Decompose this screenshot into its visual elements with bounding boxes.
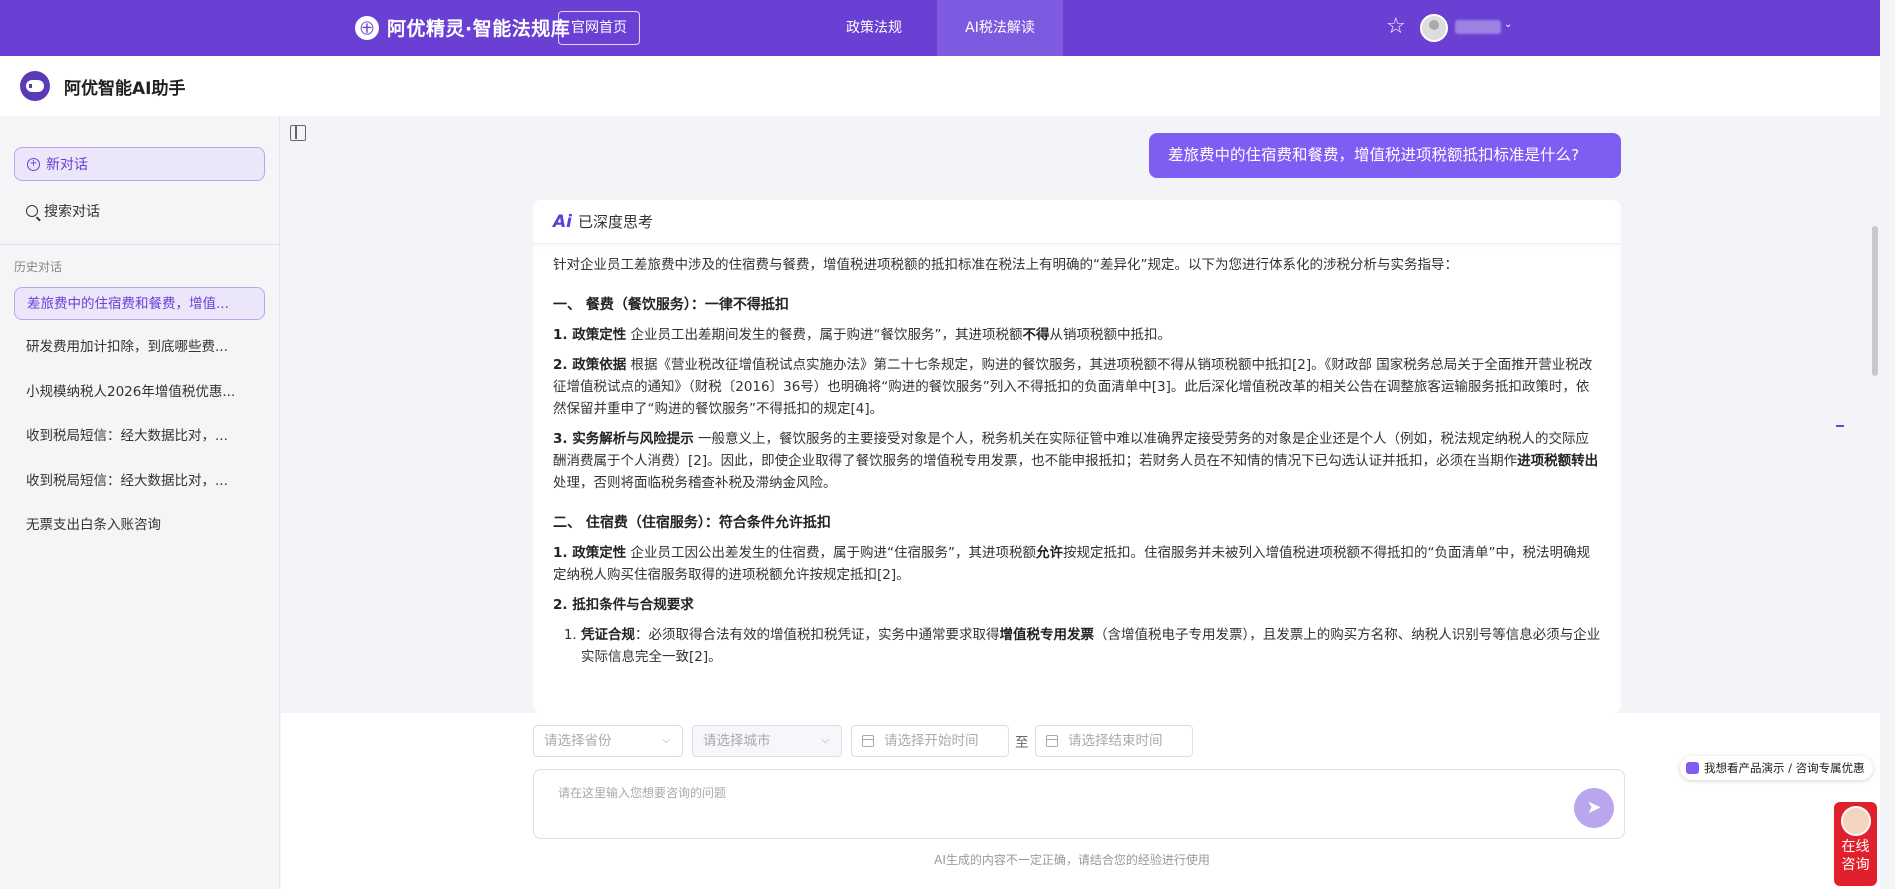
sidebar-divider [0,244,280,245]
history-item[interactable]: 收到税局短信：经大数据比对，... [14,465,265,498]
answer-intro: 针对企业员工差旅费中涉及的住宿费与餐费，增值税进项税额的抵扣标准在税法上有明确的… [553,257,1458,273]
brand-logo-icon: ㊉ [355,15,379,40]
assistant-title: 阿优智能AI助手 [64,78,186,99]
search-chat-button[interactable]: 搜索对话 [26,201,100,221]
bold-label: 1. 政策定性 [553,327,627,343]
date-range-separator: 至 [1015,735,1029,751]
text: 根据《营业税改征增值税试点实施办法》第二十七条规定，购进的餐饮服务，其进项税额不… [553,357,1593,417]
answer-content: 针对企业员工差旅费中涉及的住宿费与餐费，增值税进项税额的抵扣标准在税法上有明确的… [533,244,1621,668]
bold-text: 增值税专用发票 [999,627,1095,643]
new-chat-label: 新对话 [46,157,88,173]
text: 处理，否则将面临税务稽查补税及滞纳金风险。 [553,475,837,491]
official-home-button[interactable]: 官网首页 [558,11,640,45]
text: ：必须取得合法有效的增值税扣税凭证，实务中通常要求取得 [635,627,1000,643]
section-1-paragraph-1: 1. 政策定性 企业员工出差期间发生的餐费，属于购进“餐饮服务”，其进项税额不得… [553,324,1601,346]
bold-text: 允许 [1036,545,1064,561]
user-avatar[interactable] [1420,14,1448,42]
calendar-icon [1046,735,1058,747]
top-navbar: ㊉ 阿优精灵·智能法规库 官网首页 政策法规 AI税法解读 ☆ ⌄ [0,0,1880,56]
text: 企业员工出差期间发生的餐费，属于购进“餐饮服务”，其进项税额 [626,327,1023,343]
promo-label: 我想看产品演示 / 咨询专属优惠 [1704,761,1865,775]
section-1-paragraph-2: 2. 政策依据 根据《营业税改征增值税试点实施办法》第二十七条规定，购进的餐饮服… [553,354,1601,420]
sidebar-toggle-icon[interactable] [290,125,306,141]
brand-name: 阿优精灵·智能法规库 [387,18,571,40]
bold-text: 进项税额转出 [1517,453,1599,469]
section-1-title: 一、 餐费（餐饮服务）：一律不得抵扣 [553,297,789,313]
province-placeholder: 请选择省份 [544,733,612,749]
text: 一般意义上，餐饮服务的主要接受对象是个人，税务机关在实际征管中难以准确界定接受劳… [553,431,1590,469]
search-chat-label: 搜索对话 [44,204,100,220]
end-date-picker[interactable]: 请选择结束时间 [1035,725,1193,757]
online-consult-button[interactable]: 在线 咨询 [1834,802,1877,886]
section-2-title: 二、 住宿费（住宿服务）：符合条件允许抵扣 [553,515,831,531]
send-icon[interactable]: ➤ [1574,788,1614,828]
bold-text: 不得 [1022,327,1050,343]
history-section-label: 历史对话 [14,260,63,274]
consultant-avatar [1840,806,1871,836]
history-item[interactable]: 无票支出白条入账咨询 [14,509,265,542]
bold-label: 2. 抵扣条件与合规要求 [553,597,694,613]
city-select[interactable]: 请选择城市 ⌵ [692,725,842,757]
assistant-header: 阿优智能AI助手 [0,56,1880,116]
ai-disclaimer: AI生成的内容不一定正确，请结合您的经验进行使用 [934,853,1210,867]
chevron-down-icon[interactable]: ⌄ [1504,19,1512,30]
online-label-2: 咨询 [1841,857,1870,873]
chat-scrollbar[interactable] [1872,226,1878,376]
bold-label: 1. 政策定性 [553,545,627,561]
text: 企业员工因公出差发生的住宿费，属于购进“住宿服务”，其进项税额 [626,545,1037,561]
nav-ai-tax-interpretation[interactable]: AI税法解读 [937,0,1063,56]
condition-list: 凭证合规：必须取得合法有效的增值税扣税凭证，实务中通常要求取得增值税专用发票（含… [553,624,1601,668]
list-item: 凭证合规：必须取得合法有效的增值税扣税凭证，实务中通常要求取得增值税专用发票（含… [581,624,1601,668]
user-question-bubble: 差旅费中的住宿费和餐费，增值税进项税额抵扣标准是什么? [1149,133,1621,178]
city-placeholder: 请选择城市 [703,733,771,749]
section-2-subtitle: 2. 抵扣条件与合规要求 [553,594,1601,616]
product-demo-promo[interactable]: 我想看产品演示 / 咨询专属优惠 [1680,756,1873,780]
section-1-paragraph-3: 3. 实务解析与风险提示 一般意义上，餐饮服务的主要接受对象是个人，税务机关在实… [553,428,1601,494]
history-item-active[interactable]: 差旅费中的住宿费和餐费，增值... [14,287,265,320]
deep-thinking-header[interactable]: Ai 已深度思考 [533,200,1621,244]
input-area: 请选择省份 ⌵ 请选择城市 ⌵ 请选择开始时间 至 请选择结束时间 请在这里输入… [281,713,1880,889]
calendar-icon [862,735,874,747]
favorite-star-icon[interactable]: ☆ [1386,14,1406,40]
username-blurred[interactable] [1455,20,1501,34]
history-item[interactable]: 研发费用加计扣除，到底哪些费... [14,331,265,364]
search-icon [26,205,38,217]
province-select[interactable]: 请选择省份 ⌵ [533,725,683,757]
bold-label: 凭证合规 [581,627,635,643]
online-label-1: 在线 [1841,839,1870,855]
ai-logo-icon: Ai [553,211,572,232]
history-item[interactable]: 小规模纳税人2026年增值税优惠... [14,376,265,409]
ai-answer-card: Ai 已深度思考 针对企业员工差旅费中涉及的住宿费与餐费，增值税进项税额的抵扣标… [533,200,1621,713]
chevron-down-icon: ⌵ [821,735,829,746]
deep-thinking-label: 已深度思考 [577,213,653,231]
chat-sidebar: + 新对话 搜索对话 历史对话 差旅费中的住宿费和餐费，增值... 研发费用加计… [0,116,280,889]
bold-label: 2. 政策依据 [553,357,627,373]
start-date-placeholder: 请选择开始时间 [884,733,979,749]
chat-bubble-icon [1686,762,1699,774]
section-2-paragraph-1: 1. 政策定性 企业员工因公出差发生的住宿费，属于购进“住宿服务”，其进项税额允… [553,542,1601,586]
text: 从销项税额中抵扣。 [1049,327,1172,343]
new-chat-button[interactable]: + 新对话 [14,147,265,181]
history-item[interactable]: 收到税局短信：经大数据比对，... [14,420,265,453]
nav-policy-regulations[interactable]: 政策法规 [824,0,924,56]
question-input[interactable]: 请在这里输入您想要咨询的问题 [533,769,1625,839]
end-date-placeholder: 请选择结束时间 [1068,733,1163,749]
start-date-picker[interactable]: 请选择开始时间 [851,725,1009,757]
bold-label: 3. 实务解析与风险提示 [553,431,694,447]
minimap-marker[interactable] [1836,425,1844,427]
robot-icon [20,71,50,101]
plus-circle-icon: + [27,157,40,171]
brand-logo[interactable]: ㊉ 阿优精灵·智能法规库 [355,14,570,41]
chevron-down-icon: ⌵ [662,735,670,746]
